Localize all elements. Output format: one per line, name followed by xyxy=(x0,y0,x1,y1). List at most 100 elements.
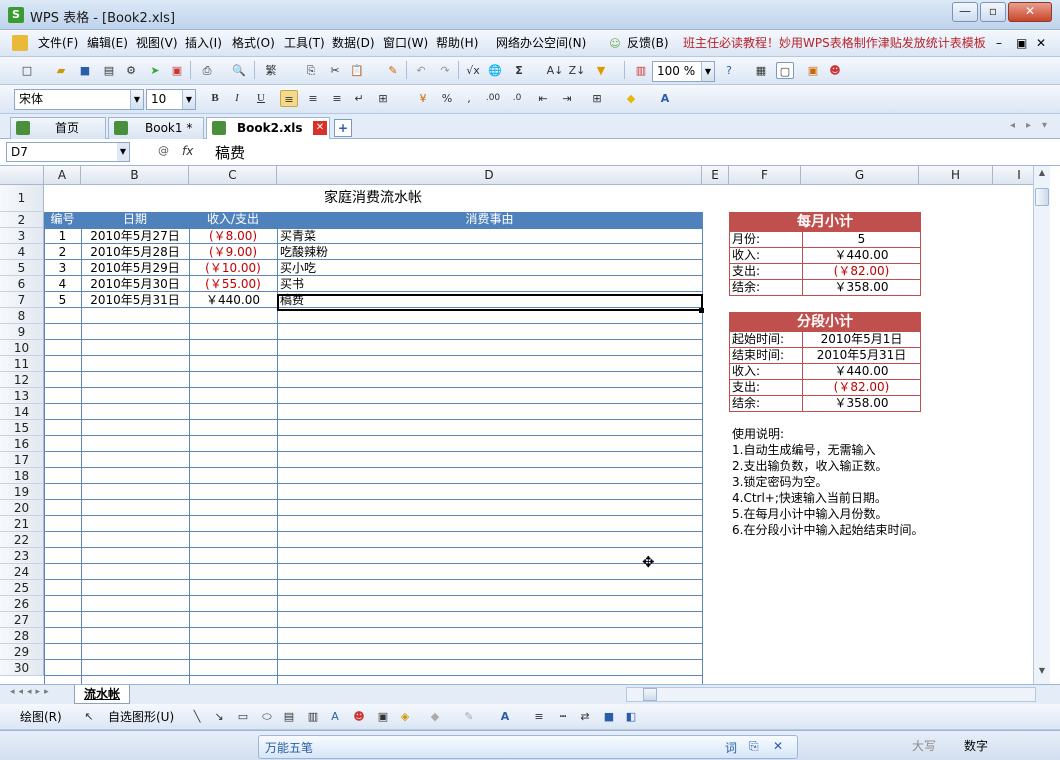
gallery-icon[interactable]: ◈ xyxy=(396,708,414,725)
borders-icon[interactable]: ⊞ xyxy=(588,90,606,107)
arrow-style-icon[interactable]: ⇄ xyxy=(576,708,594,725)
cell-reason[interactable]: 买小吃 xyxy=(277,261,702,277)
format-painter-icon[interactable]: ✎ xyxy=(384,62,402,79)
fullscreen-icon[interactable]: ▢ xyxy=(776,62,794,79)
row-header-11[interactable]: 11 xyxy=(0,356,44,372)
search-function-icon[interactable]: @ xyxy=(158,144,169,157)
summary-value[interactable]: 5 xyxy=(802,232,920,248)
picture-icon[interactable]: ▣ xyxy=(374,708,392,725)
clipart-icon[interactable]: ☻ xyxy=(350,708,368,725)
column-header-D[interactable]: D xyxy=(277,166,702,185)
bold-icon[interactable]: B xyxy=(206,90,224,107)
shape-fill-icon[interactable]: ◆ xyxy=(426,708,444,725)
summary-value[interactable]: (￥82.00) xyxy=(802,380,920,396)
font-size-select[interactable]: 10 ▼ xyxy=(146,89,196,110)
monthly-summary-title[interactable]: 每月小计 xyxy=(730,213,920,231)
traditional-chinese-icon[interactable]: 繁 xyxy=(262,62,280,79)
undo-icon[interactable]: ↶ xyxy=(412,62,430,79)
summary-label[interactable]: 收入: xyxy=(732,248,800,264)
summary-label[interactable]: 结余: xyxy=(732,280,800,296)
summary-value[interactable]: 2010年5月1日 xyxy=(802,332,920,348)
summary-label[interactable]: 支出: xyxy=(732,264,800,280)
spreadsheet-grid[interactable]: ABCDEFGHI 1 2 3 4 5 6 7 8 9 10 11 12 13 14 15 16 17 18 19 2… xyxy=(0,166,1046,684)
redo-icon[interactable]: ↷ xyxy=(436,62,454,79)
summary-value[interactable]: ￥440.00 xyxy=(802,364,920,380)
formula-input[interactable]: 稿费 xyxy=(215,142,245,163)
summary-value[interactable]: 2010年5月31日 xyxy=(802,348,920,364)
paste-icon[interactable]: 📋 xyxy=(348,62,366,79)
name-box[interactable]: D7 ▼ xyxy=(6,142,130,162)
currency-icon[interactable]: ¥ xyxy=(414,90,432,107)
cell-reason[interactable]: 买书 xyxy=(277,277,702,293)
permission-icon[interactable]: ⚙ xyxy=(122,62,140,79)
row-header-25[interactable]: 25 xyxy=(0,580,44,596)
cell-date[interactable]: 2010年5月30日 xyxy=(81,277,189,293)
menu-edit[interactable]: 编辑(E) xyxy=(87,30,128,57)
row-header-1[interactable]: 1 xyxy=(0,185,44,212)
help-icon[interactable]: ? xyxy=(720,62,738,79)
menu-data[interactable]: 数据(D) xyxy=(332,30,375,57)
draw-menu-button[interactable]: 绘图(R) xyxy=(20,704,62,731)
increase-indent-icon[interactable]: ⇥ xyxy=(558,90,576,107)
tab-book1[interactable]: Book1 * xyxy=(108,117,204,139)
cut-icon[interactable]: ✂ xyxy=(326,62,344,79)
column-header-E[interactable]: E xyxy=(702,166,729,185)
row-header-9[interactable]: 9 xyxy=(0,324,44,340)
header-date[interactable]: 日期 xyxy=(81,212,189,228)
row-header-3[interactable]: 3 xyxy=(0,228,44,244)
comma-icon[interactable]: , xyxy=(460,90,478,107)
horizontal-scroll-thumb[interactable] xyxy=(643,688,657,701)
instruction-item[interactable]: 5.在每月小计中输入月份数。 xyxy=(732,507,1032,523)
row-header-8[interactable]: 8 xyxy=(0,308,44,324)
row-header-14[interactable]: 14 xyxy=(0,404,44,420)
summary-label[interactable]: 月份: xyxy=(732,232,800,248)
cell-date[interactable]: 2010年5月27日 xyxy=(81,229,189,245)
chevron-down-icon[interactable]: ▼ xyxy=(701,62,714,81)
column-header-F[interactable]: F xyxy=(729,166,801,185)
align-center-icon[interactable]: ≡ xyxy=(304,90,322,107)
row-header-21[interactable]: 21 xyxy=(0,516,44,532)
summary-value[interactable]: ￥440.00 xyxy=(802,248,920,264)
select-all-corner[interactable] xyxy=(0,166,44,185)
row-header-5[interactable]: 5 xyxy=(0,260,44,276)
menu-file[interactable]: 文件(F) xyxy=(38,30,78,57)
select-arrow-icon[interactable]: ↖ xyxy=(80,708,98,725)
horizontal-scrollbar[interactable] xyxy=(626,687,1036,702)
fill-handle[interactable] xyxy=(699,308,704,313)
chevron-down-icon[interactable]: ▼ xyxy=(130,90,143,109)
open-folder-icon[interactable]: ▰ xyxy=(52,62,70,79)
chevron-down-icon[interactable]: ▼ xyxy=(117,143,129,161)
row-header-4[interactable]: 4 xyxy=(0,244,44,260)
rectangle-icon[interactable]: ▭ xyxy=(234,708,252,725)
draw-font-color-icon[interactable]: A xyxy=(496,708,514,725)
row-header-20[interactable]: 20 xyxy=(0,500,44,516)
row-header-23[interactable]: 23 xyxy=(0,548,44,564)
row-header-24[interactable]: 24 xyxy=(0,564,44,580)
row-header-15[interactable]: 15 xyxy=(0,420,44,436)
instructions-title[interactable]: 使用说明: xyxy=(732,427,1032,443)
tab-home[interactable]: 首页 xyxy=(10,117,106,139)
app-menu-icon[interactable] xyxy=(12,35,28,51)
menu-format[interactable]: 格式(O) xyxy=(232,30,275,57)
row-header-10[interactable]: 10 xyxy=(0,340,44,356)
row-header-17[interactable]: 17 xyxy=(0,452,44,468)
row-header-2[interactable]: 2 xyxy=(0,212,44,228)
menu-network-office[interactable]: 网络办公空间(N) xyxy=(496,30,586,57)
cell-date[interactable]: 2010年5月28日 xyxy=(81,245,189,261)
user-icon[interactable]: ☻ xyxy=(826,62,844,79)
header-amount[interactable]: 收入/支出 xyxy=(189,212,277,228)
cell-amount[interactable]: ￥440.00 xyxy=(189,293,277,309)
tab-scroll-left-icon[interactable]: ◂ xyxy=(1010,120,1015,131)
tab-menu-icon[interactable]: ▾ xyxy=(1042,120,1047,131)
ellipse-icon[interactable]: ⬭ xyxy=(258,708,276,725)
arrow-line-icon[interactable]: ↘ xyxy=(210,708,228,725)
print-preview-doc-icon[interactable]: ▤ xyxy=(100,62,118,79)
cell-reason[interactable]: 买青菜 xyxy=(277,229,702,245)
underline-icon[interactable]: U xyxy=(252,90,270,107)
sort-ascending-icon[interactable]: A↓ xyxy=(546,62,564,79)
font-name-select[interactable]: 宋体 ▼ xyxy=(14,89,144,110)
line-color-icon[interactable]: ✎ xyxy=(460,708,478,725)
align-right-icon[interactable]: ≡ xyxy=(328,90,346,107)
cell-amount[interactable]: (￥9.00) xyxy=(189,245,277,261)
font-color-icon[interactable]: A xyxy=(656,90,674,107)
